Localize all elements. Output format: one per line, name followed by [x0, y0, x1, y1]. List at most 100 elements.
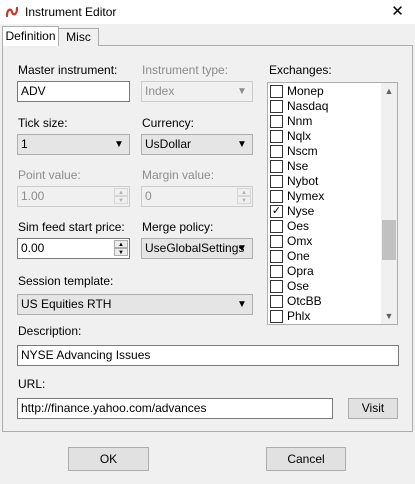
scroll-down-icon[interactable]: ▼	[381, 308, 397, 324]
margin-value-label: Margin value:	[142, 168, 215, 182]
exchange-name: Nse	[287, 159, 309, 173]
exchange-item[interactable]: Nscm	[270, 144, 380, 159]
sim-feed-spinner[interactable]: ▲ ▼	[114, 240, 128, 257]
exchange-name: OtcBB	[287, 294, 322, 308]
exchanges-scrollbar[interactable]	[381, 83, 397, 324]
exchange-item[interactable]: Nqlx	[270, 129, 380, 144]
exchange-item[interactable]: Nse	[270, 159, 380, 174]
ok-button[interactable]: OK	[68, 447, 149, 471]
exchange-item[interactable]: Nasdaq	[270, 99, 380, 114]
master-instrument-field[interactable]: ADV	[17, 81, 130, 102]
point-value-label: Point value:	[18, 168, 81, 182]
instrument-type-value: Index	[145, 84, 175, 98]
checkbox-icon[interactable]	[270, 85, 283, 98]
chevron-down-icon: ▼	[237, 86, 247, 97]
checkbox-icon[interactable]	[270, 295, 283, 308]
exchange-item[interactable]: OtcBB	[270, 294, 380, 309]
checkbox-icon[interactable]	[270, 130, 283, 143]
spin-up-icon[interactable]: ▲	[114, 240, 128, 248]
checkbox-icon[interactable]	[270, 190, 283, 203]
exchange-name: Omx	[287, 234, 313, 248]
tick-size-value: 1	[21, 137, 28, 151]
visit-button[interactable]: Visit	[348, 398, 398, 419]
spin-down-icon: ▼	[237, 196, 251, 204]
url-field[interactable]: http://finance.yahoo.com/advances	[17, 398, 333, 419]
scroll-up-icon[interactable]: ▲	[381, 83, 397, 99]
checkbox-icon[interactable]	[270, 280, 283, 293]
exchange-item[interactable]: ✓ Nyse	[270, 204, 380, 219]
checkbox-icon[interactable]	[270, 310, 283, 323]
exchange-item[interactable]: Nymex	[270, 189, 380, 204]
point-value-spinner: ▲ ▼	[114, 188, 128, 205]
exchange-item[interactable]: Phlx	[270, 309, 380, 324]
merge-policy-value: UseGlobalSettings	[145, 241, 245, 255]
exchange-item[interactable]: Nybot	[270, 174, 380, 189]
point-value-text: 1.00	[21, 189, 45, 203]
ninjatrader-logo-icon	[5, 5, 19, 19]
checkbox-icon[interactable]	[270, 175, 283, 188]
point-value-field: 1.00 ▲ ▼	[17, 186, 130, 207]
currency-label: Currency:	[142, 116, 195, 130]
exchange-name: Phlx	[287, 309, 311, 323]
sim-feed-start-price-label: Sim feed start price:	[18, 220, 125, 234]
description-field[interactable]: NYSE Advancing Issues	[17, 345, 399, 366]
exchange-item[interactable]: Omx	[270, 234, 380, 249]
margin-value-spinner: ▲ ▼	[237, 188, 251, 205]
checkbox-checked-icon[interactable]: ✓	[270, 205, 283, 218]
exchanges-label: Exchanges:	[269, 63, 332, 77]
tab-definition[interactable]: Definition	[2, 26, 59, 46]
session-template-value: US Equities RTH	[21, 297, 112, 311]
exchange-name: One	[287, 249, 310, 263]
exchange-name: Nqlx	[287, 129, 312, 143]
exchange-item[interactable]: One	[270, 249, 380, 264]
spin-up-icon: ▲	[114, 188, 128, 196]
checkbox-icon[interactable]	[270, 100, 283, 113]
checkbox-icon[interactable]	[270, 115, 283, 128]
exchange-name: Nybot	[287, 174, 319, 188]
checkbox-icon[interactable]	[270, 220, 283, 233]
checkbox-icon[interactable]	[270, 145, 283, 158]
url-label: URL:	[18, 377, 46, 391]
cancel-button[interactable]: Cancel	[266, 447, 346, 471]
exchange-item[interactable]: Monep	[270, 84, 380, 99]
exchange-item[interactable]: Nnm	[270, 114, 380, 129]
checkbox-icon[interactable]	[270, 235, 283, 248]
exchange-name: Ose	[287, 279, 310, 293]
spin-down-icon[interactable]: ▼	[114, 248, 128, 256]
exchange-item[interactable]: Ose	[270, 279, 380, 294]
session-template-select[interactable]: US Equities RTH ▼	[17, 294, 253, 315]
checkbox-icon[interactable]	[270, 160, 283, 173]
spin-down-icon: ▼	[114, 196, 128, 204]
exchange-item[interactable]: Opra	[270, 264, 380, 279]
exchanges-list[interactable]: Monep Nasdaq Nnm Nqlx Nscm Nse Nybot Nymex ✓ Nyse…	[267, 82, 398, 325]
exchange-name: Nyse	[287, 204, 315, 218]
session-template-label: Session template:	[18, 274, 114, 288]
instrument-type-select: Index ▼	[141, 81, 253, 102]
scrollbar-thumb[interactable]	[382, 220, 396, 260]
instrument-type-label: Instrument type:	[142, 63, 229, 77]
exchange-name: Opra	[287, 264, 314, 278]
exchange-name: Monep	[287, 84, 324, 98]
exchange-item[interactable]: Oes	[270, 219, 380, 234]
window-title: Instrument Editor	[25, 5, 117, 19]
exchange-name: Nasdaq	[287, 99, 329, 113]
sim-feed-start-price-text: 0.00	[21, 241, 45, 255]
chevron-down-icon: ▼	[114, 139, 124, 150]
currency-value: UsDollar	[145, 137, 192, 151]
margin-value-text: 0	[145, 189, 152, 203]
currency-select[interactable]: UsDollar ▼	[141, 134, 253, 155]
tab-misc[interactable]: Misc	[59, 28, 99, 46]
chevron-down-icon: ▼	[237, 299, 247, 310]
tick-size-select[interactable]: 1 ▼	[17, 134, 130, 155]
sim-feed-start-price-field[interactable]: 0.00 ▲ ▼	[17, 238, 130, 259]
checkbox-icon[interactable]	[270, 265, 283, 278]
description-label: Description:	[18, 324, 82, 338]
margin-value-field: 0 ▲ ▼	[141, 186, 253, 207]
tick-size-label: Tick size:	[18, 116, 68, 130]
merge-policy-select[interactable]: UseGlobalSettings ▼	[141, 238, 253, 259]
chevron-down-icon: ▼	[237, 139, 247, 150]
checkbox-icon[interactable]	[270, 250, 283, 263]
exchange-name: Nnm	[287, 114, 313, 128]
exchange-name: Nscm	[287, 144, 318, 158]
close-icon[interactable]: ✕	[380, 0, 415, 24]
